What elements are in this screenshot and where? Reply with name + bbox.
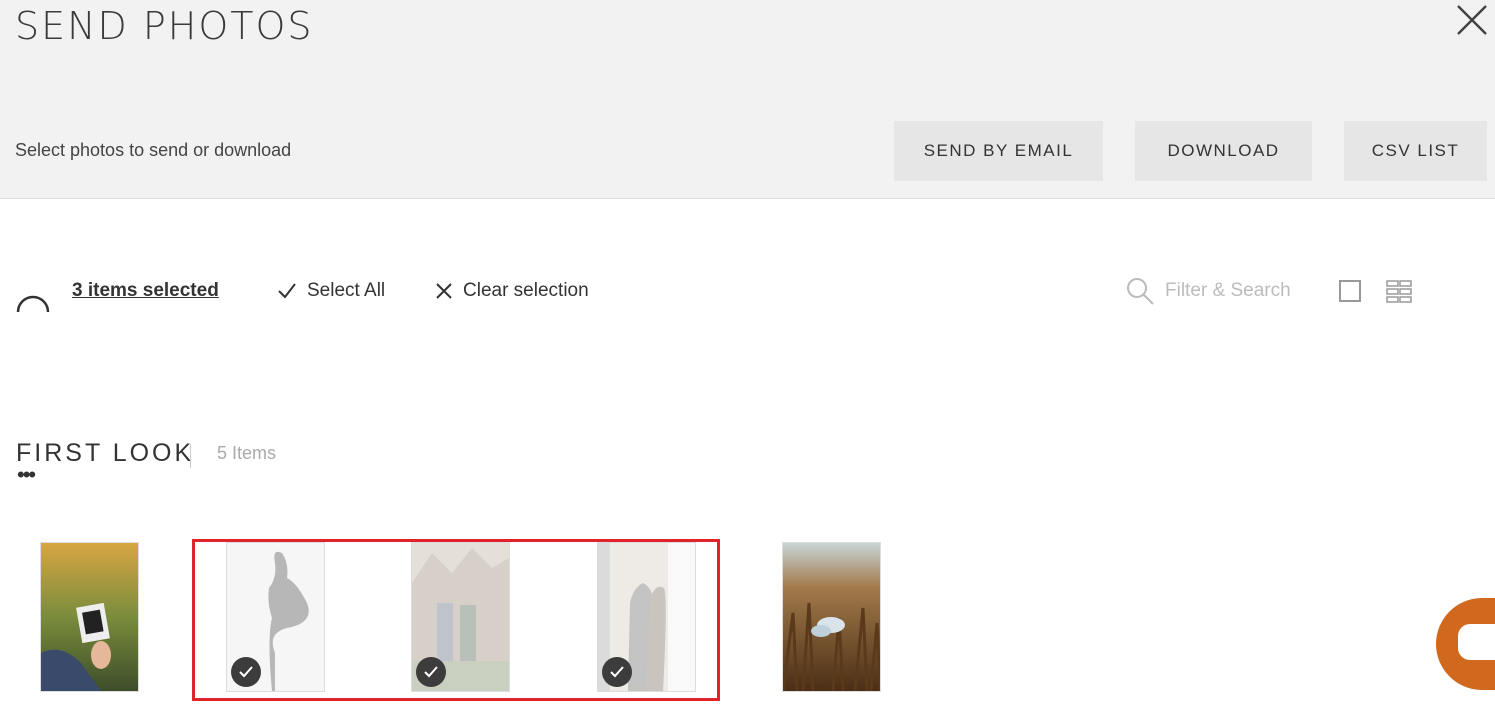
photo-thumbnail[interactable] xyxy=(597,542,696,692)
grid-view-icon[interactable] xyxy=(1386,279,1412,305)
photo-image xyxy=(783,543,880,691)
csv-list-button[interactable]: CSV LIST xyxy=(1344,121,1487,181)
page-title: SEND PHOTOS xyxy=(15,4,314,48)
section-item-count: 5 Items xyxy=(217,443,277,463)
photo-thumbnail[interactable] xyxy=(226,542,325,692)
search-input[interactable] xyxy=(1163,279,1327,303)
download-button[interactable]: DOWNLOAD xyxy=(1135,121,1312,181)
photo-thumbnail[interactable] xyxy=(782,542,881,692)
more-options-icon[interactable]: ••• xyxy=(17,464,36,486)
chat-widget-button[interactable] xyxy=(1436,598,1495,690)
clear-selection-button[interactable]: Clear selection xyxy=(435,280,589,302)
spinner-icon xyxy=(16,295,50,313)
items-selected-link[interactable]: 3 items selected xyxy=(72,280,219,302)
check-icon xyxy=(231,657,261,687)
check-icon xyxy=(416,657,446,687)
send-by-email-button[interactable]: SEND BY EMAIL xyxy=(894,121,1103,181)
close-icon[interactable] xyxy=(1455,3,1489,37)
check-icon xyxy=(602,657,632,687)
chat-icon xyxy=(1458,624,1495,660)
x-icon xyxy=(436,283,452,299)
search-icon xyxy=(1127,278,1154,305)
select-all-button[interactable]: Select All xyxy=(277,280,385,302)
search-box xyxy=(1125,276,1327,306)
section-divider xyxy=(190,444,191,468)
single-view-icon[interactable] xyxy=(1339,280,1361,302)
photo-image xyxy=(41,543,138,691)
instructions-text: Select photos to send or download xyxy=(15,140,292,160)
dialog-header: SEND PHOTOS Select photos to send or dow… xyxy=(0,0,1495,199)
section-title: FIRST LOOK xyxy=(16,439,195,467)
select-all-label: Select All xyxy=(307,280,386,301)
photo-thumbnail[interactable] xyxy=(40,542,139,692)
clear-selection-label: Clear selection xyxy=(463,280,589,301)
check-icon xyxy=(278,283,296,299)
photo-thumbnail[interactable] xyxy=(411,542,510,692)
